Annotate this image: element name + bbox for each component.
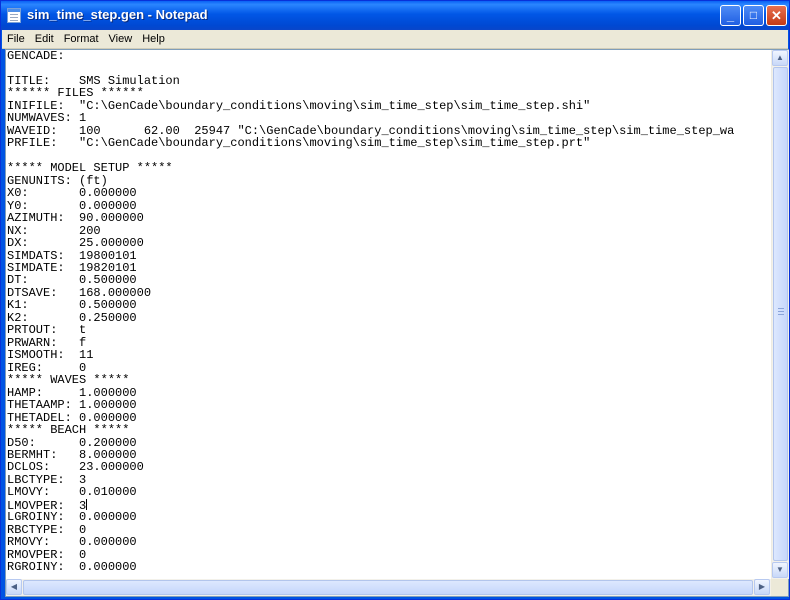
horizontal-scrollbar[interactable]: ◀ ▶	[6, 579, 771, 596]
text-line[interactable]: PRFILE: "C:\GenCade\boundary_conditions\…	[6, 137, 771, 150]
scroll-down-button[interactable]: ▼	[772, 562, 788, 578]
text-line[interactable]: RMOVY: 0.000000	[6, 536, 771, 549]
text-line[interactable]: NUMWAVES: 1	[6, 112, 771, 125]
text-line[interactable]: DCLOS: 23.000000	[6, 461, 771, 474]
text-line[interactable]: ****** FILES ******	[6, 87, 771, 100]
scroll-left-button[interactable]: ◀	[6, 579, 22, 595]
text-line[interactable]: LGROINY: 0.000000	[6, 511, 771, 524]
text-editor[interactable]: GENCADE: TITLE: SMS Simulation ****** FILE…	[6, 50, 771, 579]
window-title: sim_time_step.gen - Notepad	[27, 7, 208, 22]
notepad-window: sim_time_step.gen - Notepad _ □ ✕ File Ed…	[0, 0, 790, 600]
text-line[interactable]: ***** BEACH *****	[6, 424, 771, 437]
text-line[interactable]: ***** WAVES *****	[6, 374, 771, 387]
text-line[interactable]: INIFILE: "C:\GenCade\boundary_conditions…	[6, 99, 771, 112]
text-line[interactable]: AZIMUTH: 90.000000	[6, 212, 771, 225]
menu-edit[interactable]: Edit	[30, 30, 59, 45]
text-line[interactable]: DX: 25.000000	[6, 237, 771, 250]
menu-file[interactable]: File	[2, 30, 30, 45]
minimize-button[interactable]: _	[720, 5, 741, 26]
horizontal-scroll-thumb[interactable]	[23, 580, 753, 595]
vertical-scroll-thumb[interactable]	[773, 67, 788, 561]
notepad-icon[interactable]	[7, 8, 21, 23]
title-bar[interactable]: sim_time_step.gen - Notepad _ □ ✕	[1, 1, 789, 30]
menu-format[interactable]: Format	[59, 30, 104, 45]
text-line[interactable]: LMOVY: 0.010000	[6, 486, 771, 499]
text-area-frame: GENCADE: TITLE: SMS Simulation ****** FILE…	[5, 49, 789, 597]
text-caret	[86, 498, 88, 510]
menu-bar: File Edit Format View Help	[2, 30, 788, 49]
menu-view[interactable]: View	[104, 30, 138, 45]
text-line[interactable]: PRTOUT: t	[6, 324, 771, 337]
text-line[interactable]: GENCADE:	[6, 50, 771, 62]
text-line[interactable]: K2: 0.250000	[6, 311, 771, 324]
text-line[interactable]: PRWARN: f	[6, 336, 771, 349]
scroll-up-button[interactable]: ▲	[772, 50, 788, 66]
text-line[interactable]: RGROINY: 0.000000	[6, 561, 771, 574]
menu-help[interactable]: Help	[137, 30, 170, 45]
text-line[interactable]: THETAAMP: 1.000000	[6, 399, 771, 412]
size-grip[interactable]	[771, 579, 788, 596]
text-line[interactable]: ISMOOTH: 11	[6, 349, 771, 362]
text-line[interactable]: X0: 0.000000	[6, 187, 771, 200]
scroll-right-button[interactable]: ▶	[754, 579, 770, 595]
text-line[interactable]: K1: 0.500000	[6, 299, 771, 312]
vertical-scrollbar[interactable]: ▲ ▼	[771, 50, 789, 579]
maximize-button[interactable]: □	[743, 5, 764, 26]
text-line[interactable]: ***** MODEL SETUP *****	[6, 162, 771, 175]
close-button[interactable]: ✕	[766, 5, 787, 26]
